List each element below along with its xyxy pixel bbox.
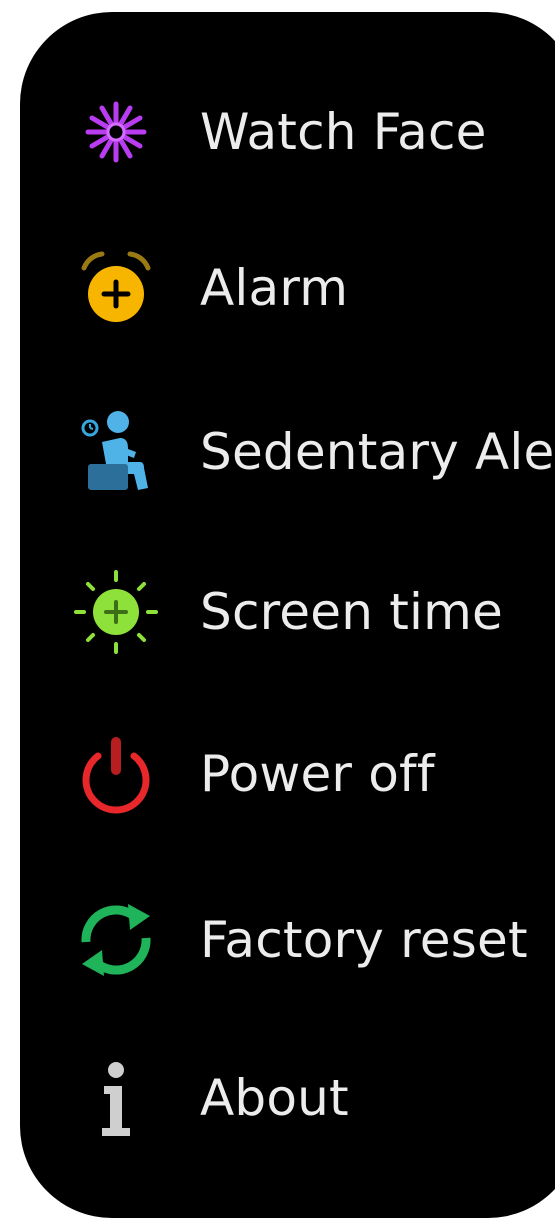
menu-item-factory-reset[interactable]: Factory reset: [20, 880, 555, 1000]
brightness-sun-icon: [68, 564, 164, 660]
power-icon: [68, 726, 164, 822]
menu-item-sedentary-alert[interactable]: Sedentary Alert: [20, 392, 555, 512]
menu-item-label: About: [200, 1069, 349, 1127]
watch-face-icon: [68, 84, 164, 180]
alarm-clock-icon: [68, 240, 164, 336]
menu-item-label: Screen time: [200, 583, 503, 641]
menu-item-label: Factory reset: [200, 911, 528, 969]
menu-item-about[interactable]: About: [20, 1038, 555, 1158]
info-icon: [68, 1050, 164, 1146]
menu-item-label: Power off: [200, 745, 435, 803]
menu-item-alarm[interactable]: Alarm: [20, 228, 555, 348]
refresh-arrows-icon: [68, 892, 164, 988]
menu-item-watch-face[interactable]: Watch Face: [20, 72, 555, 192]
sedentary-person-icon: [68, 404, 164, 500]
menu-item-label: Sedentary Alert: [200, 423, 555, 481]
menu-item-power-off[interactable]: Power off: [20, 714, 555, 834]
watch-screen: Watch Face Alarm Sedentary Ale Screen ti…: [20, 12, 555, 1218]
menu-item-label: Watch Face: [200, 103, 487, 161]
menu-item-label: Alarm: [200, 259, 349, 317]
menu-item-screen-time[interactable]: Screen time: [20, 552, 555, 672]
